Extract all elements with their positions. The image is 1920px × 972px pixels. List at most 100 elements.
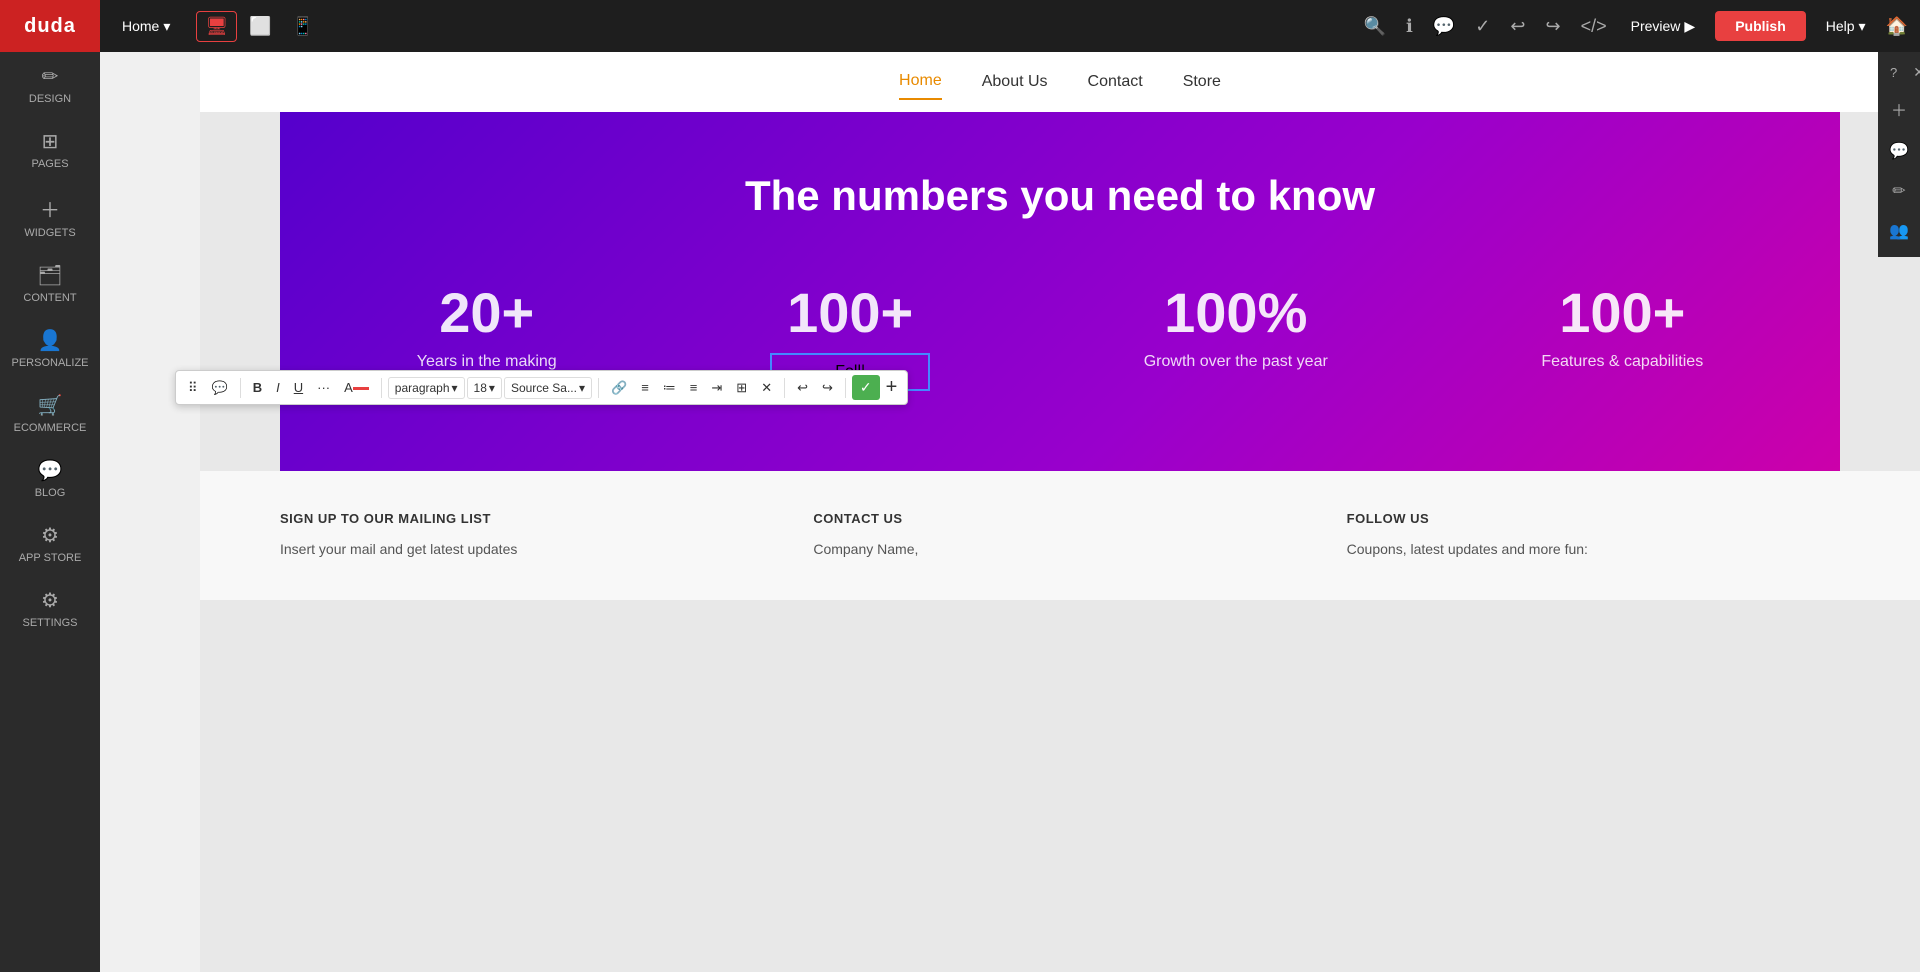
toolbar-underline-btn[interactable]: U <box>288 376 309 399</box>
toolbar-list-ordered-btn[interactable]: ≡ <box>684 376 704 399</box>
redo-icon[interactable]: ↪ <box>1541 12 1564 41</box>
toolbar-bold-btn[interactable]: B <box>247 376 268 399</box>
chat-icon[interactable]: 💬 <box>1429 12 1459 41</box>
chevron-down-icon: ▾ <box>163 18 170 35</box>
footer-col-mailing-text: Insert your mail and get latest updates <box>280 538 773 560</box>
topbar-actions: 🔍 ℹ 💬 ✓ ↩ ↪ </> Preview ▶ Publish Help ▾… <box>1360 11 1908 41</box>
footer-col-mailing-title: SIGN UP TO OUR MAILING LIST <box>280 511 773 526</box>
toolbar-comment-btn[interactable]: 💬 <box>206 376 234 400</box>
home-icon[interactable]: 🏠 <box>1886 16 1908 37</box>
mobile-icon[interactable]: 📱 <box>284 12 322 41</box>
toolbar-plus-btn[interactable]: + <box>882 376 902 399</box>
personalize-icon: 👤 <box>38 328 63 353</box>
stat-label-features: Features & capabilities <box>1541 353 1703 371</box>
desktop-icon[interactable]: 🖥 <box>196 11 237 42</box>
sidebar-item-label: PAGES <box>31 158 68 170</box>
toolbar-text-color-btn[interactable]: A <box>338 376 375 399</box>
duda-logo[interactable]: duda <box>0 0 100 52</box>
code-icon[interactable]: </> <box>1577 12 1611 41</box>
stat-years: 20+ Years in the making <box>417 280 557 371</box>
right-panel-zoom-in-btn[interactable]: ＋ <box>1878 89 1920 129</box>
tablet-icon[interactable]: ⬜ <box>241 12 279 41</box>
right-panel: ? ✕ ＋ 💬 ✏ 👥 <box>1878 52 1920 257</box>
right-panel-users-btn[interactable]: 👥 <box>1878 213 1920 249</box>
sidebar-item-design[interactable]: ✏ DESIGN <box>0 52 100 117</box>
stat-growth: 100% Growth over the past year <box>1144 280 1328 371</box>
page-selector[interactable]: Home ▾ <box>112 14 180 39</box>
sidebar-item-appstore[interactable]: ⚙ APP STORE <box>0 511 100 576</box>
nav-link-contact[interactable]: Contact <box>1088 65 1143 99</box>
toolbar-clear-btn[interactable]: ✕ <box>755 376 778 400</box>
toolbar-fontfamily-dropdown[interactable]: Source Sa... ▾ <box>504 377 592 399</box>
stat-label-growth: Growth over the past year <box>1144 353 1328 371</box>
sidebar-item-blog[interactable]: 💬 BLOG <box>0 446 100 511</box>
check-icon[interactable]: ✓ <box>1471 12 1494 41</box>
sidebar-item-personalize[interactable]: 👤 PERSONALIZE <box>0 316 100 381</box>
pages-icon: ⊞ <box>42 129 59 154</box>
left-sidebar: duda ✏ DESIGN ⊞ PAGES ＋ WIDGETS 🗂 CONTEN… <box>0 0 100 972</box>
right-panel-close-btn[interactable]: ✕ <box>1905 60 1920 85</box>
sidebar-item-content[interactable]: 🗂 CONTENT <box>0 251 100 316</box>
sidebar-item-widgets[interactable]: ＋ WIDGETS <box>0 182 100 251</box>
toolbar-more-btn[interactable]: ··· <box>311 376 336 399</box>
publish-button[interactable]: Publish <box>1715 11 1806 41</box>
toolbar-indent-btn[interactable]: ⇥ <box>705 376 728 400</box>
search-icon[interactable]: 🔍 <box>1360 12 1390 41</box>
toolbar-link2-btn[interactable]: ⊞ <box>730 376 753 400</box>
toolbar-list-unordered-btn[interactable]: ≔ <box>657 376 682 400</box>
toolbar-drag-handle[interactable]: ⠿ <box>182 376 204 400</box>
toolbar-paragraph-dropdown[interactable]: paragraph ▾ <box>388 377 465 399</box>
widgets-icon: ＋ <box>40 194 60 223</box>
nav-link-store[interactable]: Store <box>1183 65 1221 99</box>
right-panel-chat-btn[interactable]: 💬 <box>1878 133 1920 169</box>
preview-button[interactable]: Preview ▶ <box>1623 14 1704 39</box>
footer-col-mailing: SIGN UP TO OUR MAILING LIST Insert your … <box>280 511 773 560</box>
stat-number-features: 100+ <box>1559 280 1685 345</box>
paragraph-chevron-icon: ▾ <box>452 381 458 395</box>
footer-col-contact-title: CONTACT US <box>813 511 1306 526</box>
toolbar-confirm-btn[interactable]: ✓ <box>852 375 880 400</box>
hero-section: The numbers you need to know 20+ Years i… <box>280 112 1840 471</box>
stat-label-years: Years in the making <box>417 353 557 371</box>
right-panel-question-mark[interactable]: ? <box>1882 61 1905 84</box>
footer-col-follow-text: Coupons, latest updates and more fun: <box>1347 538 1840 560</box>
footer-col-follow-title: FOLLOW US <box>1347 511 1840 526</box>
sidebar-item-label: SETTINGS <box>22 617 77 629</box>
sidebar-item-label: WIDGETS <box>24 227 75 239</box>
stat-number-followers: 100+ <box>787 280 913 345</box>
sidebar-item-label: PERSONALIZE <box>11 357 88 369</box>
sidebar-item-settings[interactable]: ⚙ SETTINGS <box>0 576 100 641</box>
play-icon: ▶ <box>1684 18 1695 35</box>
sidebar-item-label: ECOMMERCE <box>14 422 87 434</box>
footer-col-contact-text: Company Name, <box>813 538 1306 560</box>
fontsize-chevron-icon: ▾ <box>489 381 495 395</box>
tb-separator-4 <box>784 378 785 398</box>
page-label: Home <box>122 18 159 34</box>
stat-number-years: 20+ <box>439 280 534 345</box>
toolbar-fontsize-dropdown[interactable]: 18 ▾ <box>467 377 502 399</box>
undo-icon[interactable]: ↩ <box>1506 12 1529 41</box>
help-button[interactable]: Help ▾ <box>1818 14 1874 39</box>
info-icon[interactable]: ℹ <box>1402 12 1417 41</box>
right-panel-edit-btn[interactable]: ✏ <box>1878 173 1920 209</box>
device-icons: 🖥 ⬜ 📱 <box>196 11 322 42</box>
site-navigation: Home About Us Contact Store <box>200 52 1920 112</box>
sidebar-item-label: CONTENT <box>23 292 76 304</box>
sidebar-item-pages[interactable]: ⊞ PAGES <box>0 117 100 182</box>
toolbar-redo-btn[interactable]: ↪ <box>816 376 839 400</box>
nav-link-home[interactable]: Home <box>899 64 942 100</box>
sidebar-item-label: BLOG <box>35 487 66 499</box>
toolbar-italic-btn[interactable]: I <box>270 376 286 399</box>
sidebar-item-label: DESIGN <box>29 93 71 105</box>
toolbar-undo-btn[interactable]: ↩ <box>791 376 814 400</box>
toolbar-align-btn[interactable]: ≡ <box>635 376 655 399</box>
toolbar-link-btn[interactable]: 🔗 <box>605 376 633 400</box>
sidebar-item-ecommerce[interactable]: 🛒 ECOMMERCE <box>0 381 100 446</box>
fontfamily-label: Source Sa... <box>511 381 577 395</box>
main-canvas: Home About Us Contact Store The numbers … <box>200 52 1920 972</box>
stat-features: 100+ Features & capabilities <box>1541 280 1703 371</box>
appstore-icon: ⚙ <box>41 523 59 548</box>
design-icon: ✏ <box>42 64 59 89</box>
nav-link-about[interactable]: About Us <box>982 65 1048 99</box>
footer-col-contact: CONTACT US Company Name, <box>813 511 1306 560</box>
